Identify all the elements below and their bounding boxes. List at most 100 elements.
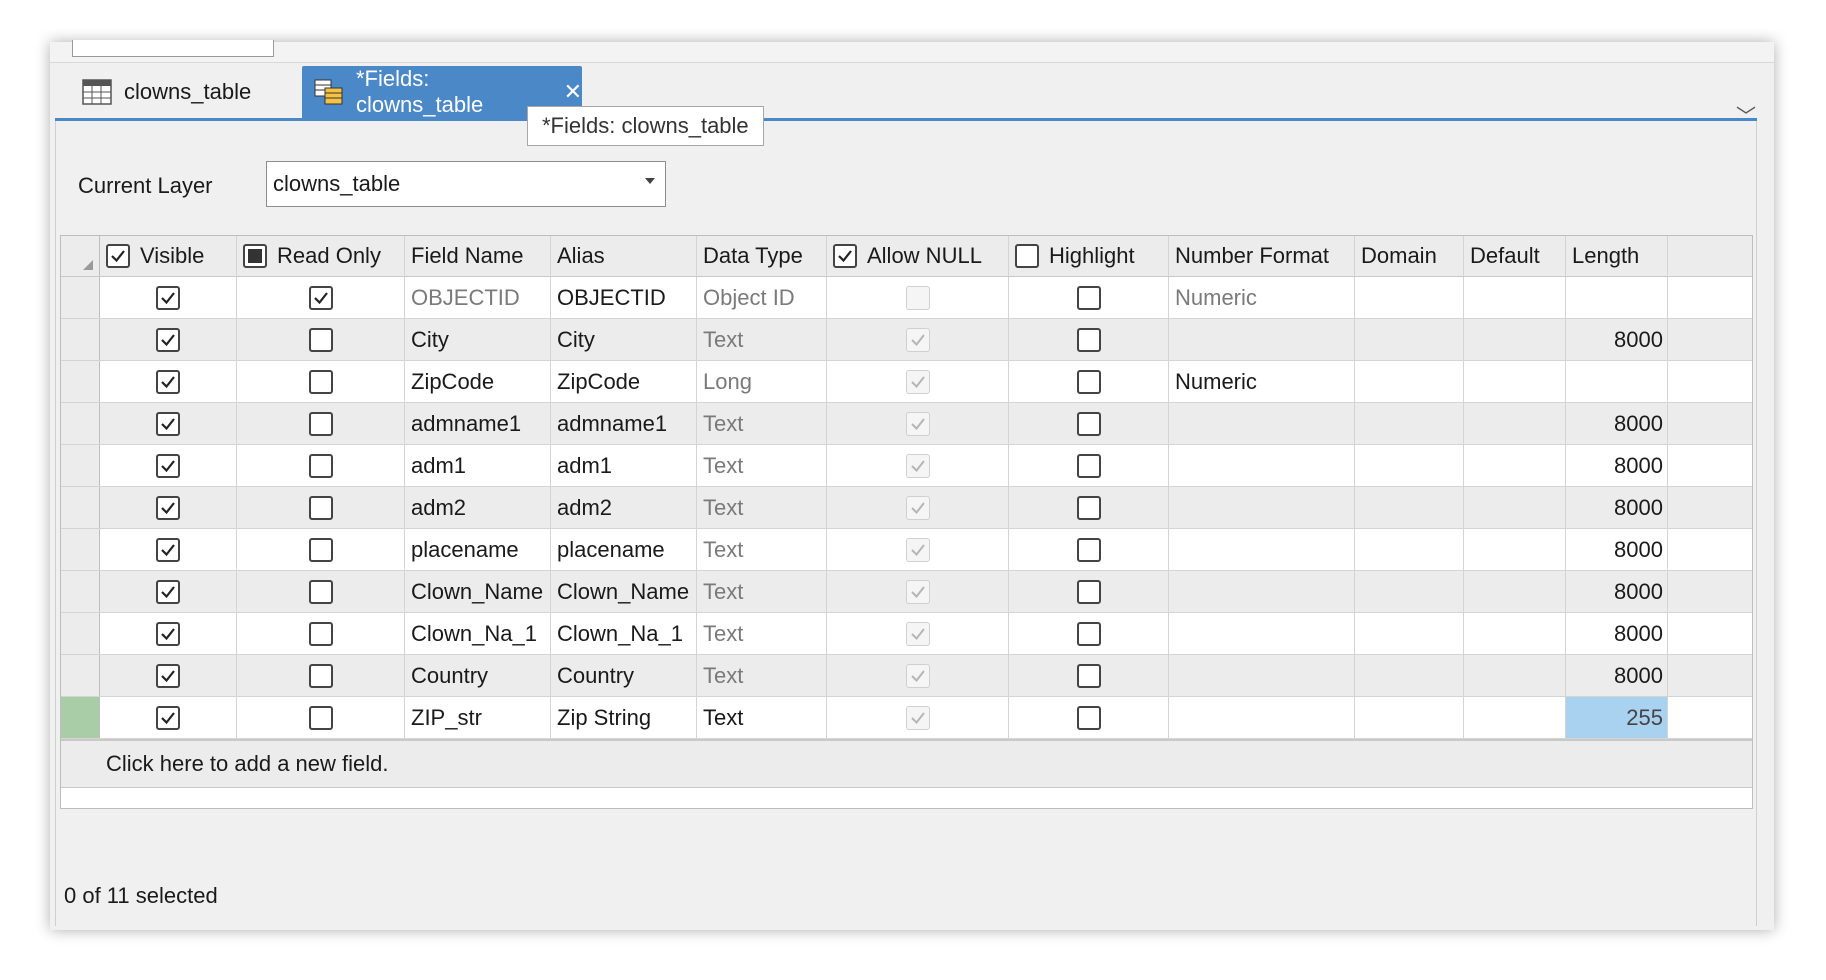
cell-data-type[interactable]: Long	[697, 361, 827, 402]
checkbox-read-only[interactable]	[308, 369, 333, 394]
cell-field-name[interactable]: Clown_Na_1	[405, 613, 551, 654]
cell-length[interactable]: 8000	[1566, 445, 1668, 486]
checkbox-read-only[interactable]	[308, 621, 333, 646]
cell-data-type[interactable]: Text	[697, 571, 827, 612]
cell-domain[interactable]	[1355, 529, 1464, 570]
row-header[interactable]	[61, 445, 100, 486]
checkbox-visible[interactable]	[156, 495, 180, 520]
checkbox-read-only[interactable]	[308, 495, 333, 520]
checkbox-highlight[interactable]	[1076, 663, 1101, 688]
cell-alias[interactable]: City	[551, 319, 697, 360]
checkbox-highlight[interactable]	[1076, 621, 1101, 646]
cell-data-type[interactable]: Text	[697, 403, 827, 444]
cell-number-format[interactable]	[1169, 697, 1355, 738]
checkbox-highlight[interactable]	[1076, 579, 1101, 604]
cell-highlight[interactable]	[1009, 571, 1169, 612]
checkbox-read-only[interactable]	[308, 579, 333, 604]
row-header[interactable]	[61, 571, 100, 612]
col-header-visible[interactable]: Visible	[100, 236, 237, 276]
cell-alias[interactable]: OBJECTID	[551, 277, 697, 318]
col-header-length[interactable]: Length	[1566, 236, 1668, 276]
cell-highlight[interactable]	[1009, 529, 1169, 570]
cell-alias[interactable]: admname1	[551, 403, 697, 444]
cell-data-type[interactable]: Text	[697, 529, 827, 570]
cell-highlight[interactable]	[1009, 487, 1169, 528]
table-row[interactable]: City City Text 8000	[61, 319, 1752, 361]
cell-number-format[interactable]: Numeric	[1169, 277, 1355, 318]
cell-domain[interactable]	[1355, 277, 1464, 318]
cell-read-only[interactable]	[237, 571, 405, 612]
cell-alias[interactable]: adm2	[551, 487, 697, 528]
cell-read-only[interactable]	[237, 529, 405, 570]
cell-default[interactable]	[1464, 655, 1566, 696]
cell-read-only[interactable]	[237, 487, 405, 528]
cell-highlight[interactable]	[1009, 277, 1169, 318]
row-header[interactable]	[61, 487, 100, 528]
cell-domain[interactable]	[1355, 613, 1464, 654]
add-field-row[interactable]: Click here to add a new field.	[61, 739, 1752, 788]
checkbox-highlight[interactable]	[1076, 537, 1101, 562]
checkbox-read-only[interactable]	[308, 663, 333, 688]
checkbox-visible[interactable]	[156, 411, 180, 436]
cell-number-format[interactable]	[1169, 571, 1355, 612]
cell-default[interactable]	[1464, 361, 1566, 402]
table-row[interactable]: admname1 admname1 Text 8000	[61, 403, 1752, 445]
cell-domain[interactable]	[1355, 361, 1464, 402]
cell-domain[interactable]	[1355, 445, 1464, 486]
cell-visible[interactable]	[100, 403, 237, 444]
cell-visible[interactable]	[100, 445, 237, 486]
cell-default[interactable]	[1464, 277, 1566, 318]
cell-field-name[interactable]: adm1	[405, 445, 551, 486]
cell-domain[interactable]	[1355, 697, 1464, 738]
table-row[interactable]: adm1 adm1 Text 8000	[61, 445, 1752, 487]
cell-visible[interactable]	[100, 277, 237, 318]
cell-read-only[interactable]	[237, 361, 405, 402]
checkbox-highlight[interactable]	[1076, 453, 1101, 478]
cell-length[interactable]: 8000	[1566, 655, 1668, 696]
row-header[interactable]	[61, 361, 100, 402]
table-row[interactable]: placename placename Text 8000	[61, 529, 1752, 571]
cell-length[interactable]	[1566, 361, 1668, 402]
cell-data-type[interactable]: Text	[697, 319, 827, 360]
tab-clowns-table[interactable]: clowns_table	[72, 66, 292, 118]
cell-visible[interactable]	[100, 613, 237, 654]
cell-number-format[interactable]	[1169, 487, 1355, 528]
cell-visible[interactable]	[100, 655, 237, 696]
table-row[interactable]: ZIP_str Zip String Text 255	[61, 697, 1752, 739]
cell-length[interactable]: 8000	[1566, 487, 1668, 528]
cell-length[interactable]	[1566, 277, 1668, 318]
cell-number-format[interactable]	[1169, 403, 1355, 444]
cell-field-name[interactable]: ZipCode	[405, 361, 551, 402]
cell-field-name[interactable]: ZIP_str	[405, 697, 551, 738]
cell-visible[interactable]	[100, 361, 237, 402]
select-all-corner[interactable]	[61, 236, 100, 276]
checkbox-visible[interactable]	[156, 537, 180, 562]
cell-read-only[interactable]	[237, 319, 405, 360]
cell-number-format[interactable]	[1169, 613, 1355, 654]
cell-length[interactable]: 8000	[1566, 613, 1668, 654]
cell-read-only[interactable]	[237, 697, 405, 738]
table-row[interactable]: Clown_Na_1 Clown_Na_1 Text 8000	[61, 613, 1752, 655]
cell-read-only[interactable]	[237, 655, 405, 696]
table-row[interactable]: Clown_Name Clown_Name Text 8000	[61, 571, 1752, 613]
checkbox-visible[interactable]	[156, 285, 180, 310]
cell-alias[interactable]: adm1	[551, 445, 697, 486]
cell-default[interactable]	[1464, 697, 1566, 738]
cell-alias[interactable]: Country	[551, 655, 697, 696]
cell-alias[interactable]: Clown_Name	[551, 571, 697, 612]
row-header[interactable]	[61, 697, 100, 738]
checkbox-read-only[interactable]	[308, 411, 333, 436]
checkbox-visible[interactable]	[156, 621, 180, 646]
cell-alias[interactable]: Zip String	[551, 697, 697, 738]
cell-highlight[interactable]	[1009, 445, 1169, 486]
cell-length[interactable]: 8000	[1566, 319, 1668, 360]
cell-alias[interactable]: ZipCode	[551, 361, 697, 402]
cell-read-only[interactable]	[237, 403, 405, 444]
checkbox-read-only[interactable]	[308, 453, 333, 478]
cell-visible[interactable]	[100, 319, 237, 360]
cell-default[interactable]	[1464, 403, 1566, 444]
cell-highlight[interactable]	[1009, 403, 1169, 444]
add-field-text[interactable]: Click here to add a new field.	[100, 741, 395, 787]
cell-domain[interactable]	[1355, 319, 1464, 360]
cell-field-name[interactable]: Clown_Name	[405, 571, 551, 612]
